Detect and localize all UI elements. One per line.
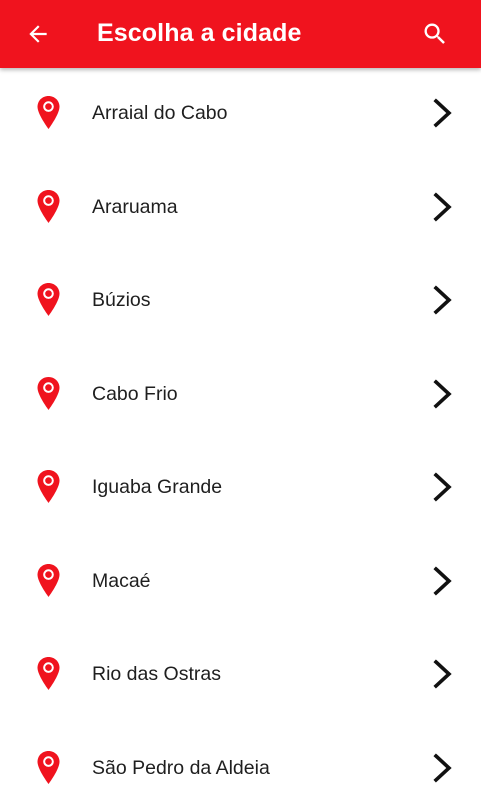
map-pin-icon xyxy=(37,470,60,503)
city-list: Arraial do Cabo Araruama Búzios Cabo Fri… xyxy=(0,68,481,800)
city-name: São Pedro da Aldeia xyxy=(92,756,270,779)
city-row-5[interactable]: Iguaba Grande xyxy=(0,442,481,536)
map-pin-icon xyxy=(37,189,60,223)
back-button[interactable] xyxy=(14,10,62,58)
chevron-right-icon xyxy=(433,378,452,409)
app-bar: Escolha a cidade xyxy=(0,0,481,68)
chevron-right-icon xyxy=(433,98,452,128)
chevron-right-icon xyxy=(433,191,452,222)
chevron-right-icon xyxy=(433,565,452,596)
map-pin-icon xyxy=(37,563,60,597)
city-name: Arraial do Cabo xyxy=(92,102,228,124)
page-title: Escolha a cidade xyxy=(97,19,302,47)
city-name: Iguaba Grande xyxy=(92,476,223,498)
city-name: Araruama xyxy=(92,195,178,218)
map-pin-icon xyxy=(37,283,60,316)
map-pin-icon xyxy=(37,657,60,690)
map-pin-icon xyxy=(37,750,60,784)
city-row-1[interactable]: Arraial do Cabo xyxy=(0,68,481,162)
chevron-right-icon xyxy=(433,659,452,689)
city-name: Rio das Ostras xyxy=(92,663,221,685)
map-pin-icon xyxy=(37,96,60,129)
city-row-6[interactable]: Macaé xyxy=(0,536,481,630)
city-name: Cabo Frio xyxy=(92,382,178,405)
chevron-right-icon xyxy=(433,752,452,783)
app-screen: Escolha a cidade Arraial do Cabo Araruam… xyxy=(0,0,481,800)
map-pin-icon xyxy=(37,376,60,410)
city-row-3[interactable]: Búzios xyxy=(0,255,481,349)
arrow-left-icon xyxy=(29,25,47,43)
city-row-8[interactable]: São Pedro da Aldeia xyxy=(0,723,481,800)
city-name: Búzios xyxy=(92,289,151,311)
city-name: Macaé xyxy=(92,569,151,592)
city-row-4[interactable]: Cabo Frio xyxy=(0,349,481,443)
city-row-7[interactable]: Rio das Ostras xyxy=(0,629,481,723)
search-button[interactable] xyxy=(411,10,459,58)
chevron-right-icon xyxy=(433,472,452,502)
city-row-2[interactable]: Araruama xyxy=(0,162,481,256)
search-icon xyxy=(424,23,445,44)
chevron-right-icon xyxy=(433,285,452,315)
